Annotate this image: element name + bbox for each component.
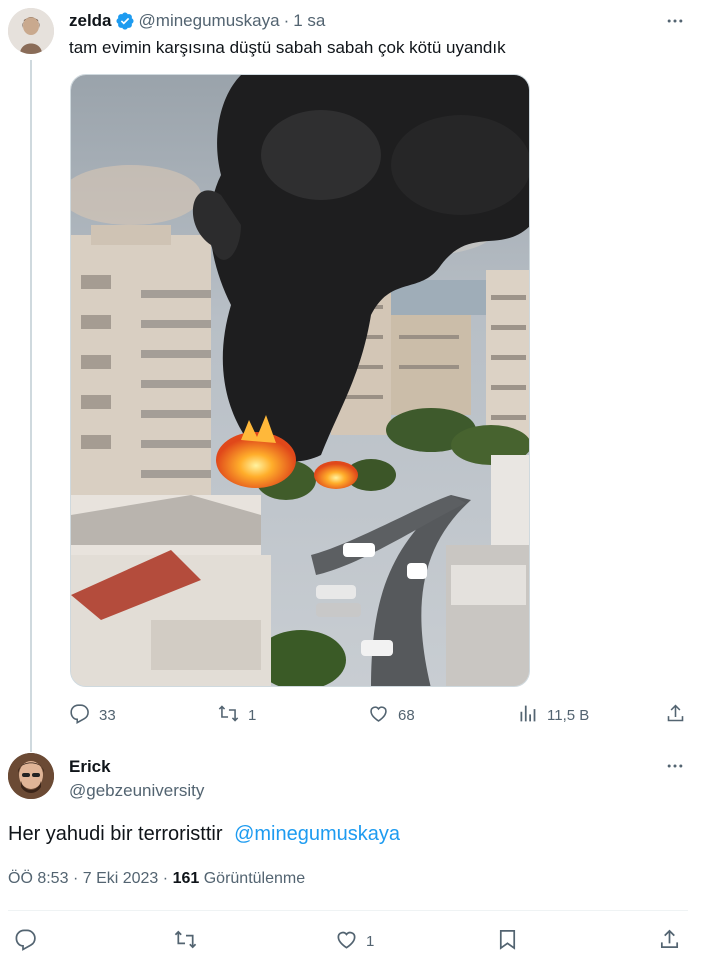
divider: [8, 910, 688, 911]
share-icon: [658, 928, 681, 955]
tweet-header: zelda @minegumuskaya · 1 sa: [69, 11, 325, 31]
timestamp[interactable]: 1 sa: [293, 11, 325, 31]
reply-icon: [14, 928, 37, 955]
thread-line: [30, 60, 32, 752]
mention-link[interactable]: @minegumuskaya: [234, 823, 400, 845]
like-icon: [335, 928, 358, 955]
tweet-text: Her yahudi bir terroristtir @minegumuska…: [8, 823, 400, 846]
repost-count: 1: [248, 707, 257, 724]
reply-icon: [69, 703, 90, 728]
like-icon: [368, 703, 389, 728]
bookmark-button[interactable]: [496, 928, 519, 955]
tweet-body: Her yahudi bir terroristtir: [8, 823, 223, 845]
more-icon[interactable]: [664, 755, 686, 777]
repost-icon: [218, 703, 239, 728]
more-icon[interactable]: [664, 10, 686, 32]
repost-button[interactable]: 1: [218, 703, 256, 728]
views-button[interactable]: 11,5 B: [517, 703, 589, 728]
avatar[interactable]: [8, 8, 54, 54]
views-icon: [517, 703, 538, 728]
repost-icon: [174, 928, 197, 955]
tweet-text: tam evimin karşısına düştü sabah sabah ç…: [69, 38, 506, 57]
tweet-actions: 1: [8, 928, 688, 954]
reply-count: 33: [99, 707, 116, 724]
share-button[interactable]: [658, 928, 681, 955]
tweet-actions: 33 1 68 11,5 B: [69, 703, 689, 729]
views-label: Görüntülenme: [203, 870, 306, 887]
share-button[interactable]: [665, 703, 686, 728]
like-button[interactable]: 1: [335, 928, 374, 955]
bookmark-icon: [496, 928, 519, 955]
like-count: 68: [398, 707, 415, 724]
tweet-time[interactable]: ÖÖ 8:53: [8, 870, 68, 887]
separator-dot: ·: [162, 870, 173, 887]
reply-button[interactable]: [14, 928, 37, 955]
verified-badge-icon: [115, 11, 135, 31]
like-button[interactable]: 68: [368, 703, 415, 728]
tweet-meta: ÖÖ 8:53 · 7 Eki 2023 · 161 Görüntülenme: [8, 870, 305, 888]
share-icon: [665, 703, 686, 728]
tweet-date[interactable]: 7 Eki 2023: [83, 870, 159, 887]
handle[interactable]: @gebzeuniversity: [69, 781, 204, 801]
views-number: 161: [172, 870, 200, 887]
separator-dot: ·: [283, 11, 290, 30]
repost-button[interactable]: [174, 928, 197, 955]
display-name[interactable]: Erick: [69, 757, 111, 777]
display-name[interactable]: zelda: [69, 11, 112, 31]
avatar[interactable]: [8, 753, 54, 799]
separator-dot: ·: [72, 870, 83, 887]
handle[interactable]: @minegumuskaya: [139, 11, 280, 31]
views-count: 11,5 B: [547, 707, 590, 724]
like-count: 1: [366, 933, 375, 950]
reply-button[interactable]: 33: [69, 703, 116, 728]
tweet-photo[interactable]: [70, 74, 530, 687]
